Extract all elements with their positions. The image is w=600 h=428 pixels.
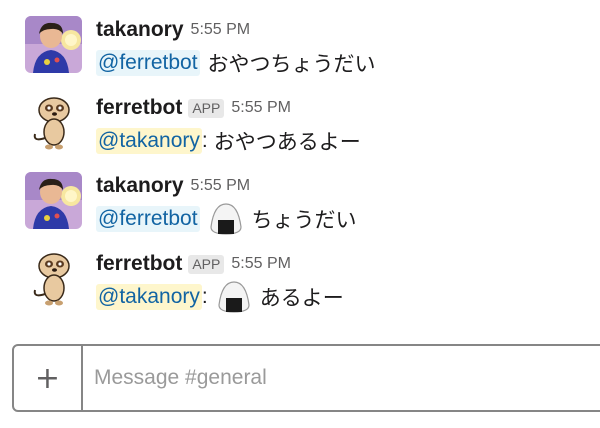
message-text: おやつちょうだい (207, 52, 376, 76)
avatar[interactable] (25, 16, 82, 73)
mention-separator: : (201, 129, 208, 152)
message-text: ちょうだい (251, 208, 357, 232)
plus-icon: + (34, 360, 61, 396)
message-item: ferretbot APP 5:55 PM @takanory : おやつあるよ… (0, 78, 600, 154)
message-header: takanory 5:55 PM (96, 16, 250, 44)
message-text: あるよー (259, 286, 344, 310)
message-item: takanory 5:55 PM @ferretbot ちょうだい (0, 156, 600, 235)
message-header: ferretbot APP 5:55 PM (96, 250, 291, 278)
ferret-avatar-icon (25, 94, 82, 151)
timestamp[interactable]: 5:55 PM (191, 177, 251, 195)
message-item: takanory 5:55 PM @ferretbot おやつちょうだい (0, 0, 600, 76)
app-badge: APP (188, 98, 225, 118)
person-avatar-icon (25, 172, 82, 229)
message-body: @takanory : あるよー (96, 281, 344, 313)
timestamp[interactable]: 5:55 PM (191, 21, 251, 39)
app-badge: APP (188, 254, 225, 274)
user-mention[interactable]: @takanory (96, 128, 202, 154)
user-mention[interactable]: @takanory (96, 284, 202, 310)
message-text: おやつあるよー (213, 130, 361, 154)
rice-ball-icon[interactable] (208, 201, 244, 237)
add-attachment-button[interactable]: + (14, 346, 83, 410)
timestamp[interactable]: 5:55 PM (231, 255, 291, 273)
message-body: @ferretbot ちょうだい (96, 203, 357, 235)
message-item: ferretbot APP 5:55 PM @takanory : あるよー (0, 234, 600, 313)
message-header: ferretbot APP 5:55 PM (96, 94, 291, 122)
user-mention[interactable]: @ferretbot (96, 206, 200, 232)
timestamp[interactable]: 5:55 PM (231, 99, 291, 117)
author-name[interactable]: ferretbot (96, 96, 182, 120)
author-name[interactable]: takanory (96, 174, 184, 198)
avatar[interactable] (25, 172, 82, 229)
rice-ball-icon[interactable] (216, 279, 252, 315)
avatar[interactable] (25, 94, 82, 151)
mention-separator: : (201, 285, 208, 308)
author-name[interactable]: ferretbot (96, 252, 182, 276)
author-name[interactable]: takanory (96, 18, 184, 42)
person-avatar-icon (25, 16, 82, 73)
message-composer: + (12, 344, 600, 412)
message-input[interactable] (94, 356, 574, 400)
user-mention[interactable]: @ferretbot (96, 50, 200, 76)
message-body: @ferretbot おやつちょうだい (96, 47, 376, 79)
ferret-avatar-icon (25, 250, 82, 307)
message-header: takanory 5:55 PM (96, 172, 250, 200)
message-body: @takanory : おやつあるよー (96, 125, 361, 157)
avatar[interactable] (25, 250, 82, 307)
